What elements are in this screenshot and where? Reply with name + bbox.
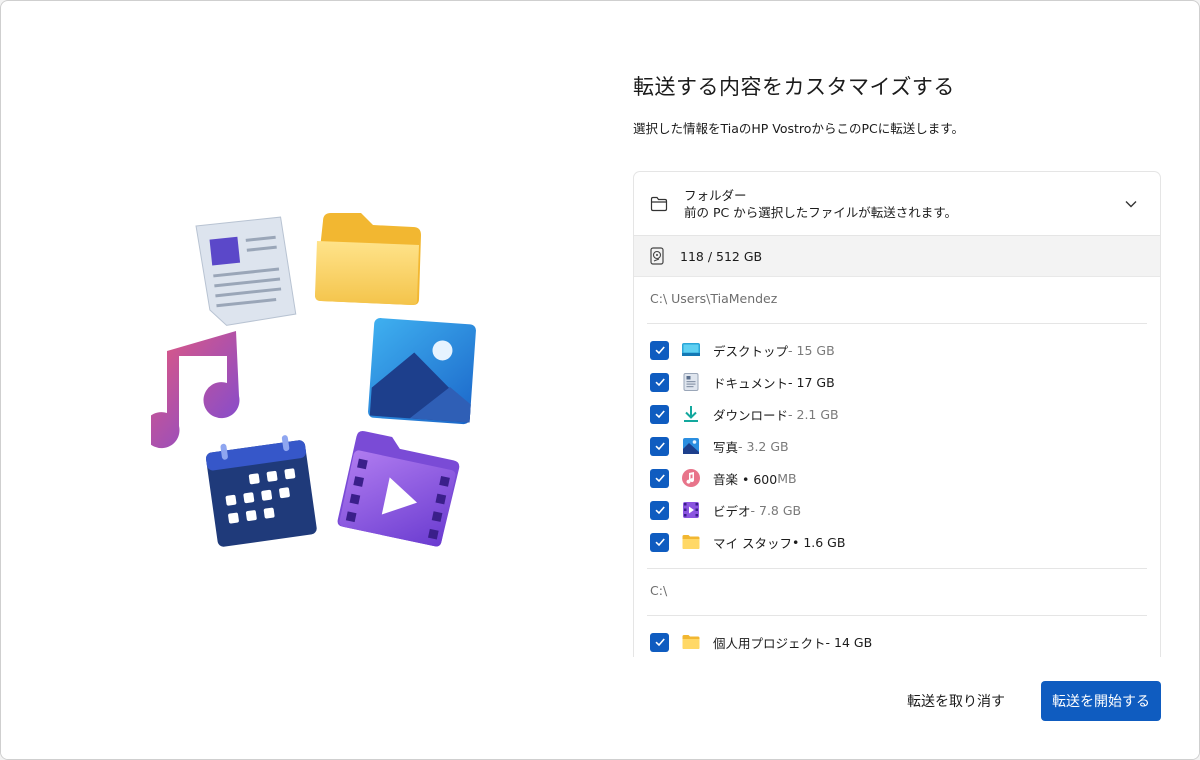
storage-usage: 118 / 512 GB xyxy=(680,248,763,264)
section-container: C:\ Users\TiaMendez デスクトップ - 15 GB ドキュメント -… xyxy=(634,277,1160,657)
folder-checkbox[interactable] xyxy=(650,500,669,520)
folder-size: MB xyxy=(777,470,797,486)
photo-icon xyxy=(368,318,476,425)
folder-row: 音楽 • 600 MB xyxy=(634,462,1160,494)
folder-expander[interactable]: フォルダー 前の PC から選択したファイルが転送されます。 xyxy=(634,172,1160,236)
folder-size: - 17 GB xyxy=(788,374,835,390)
start-transfer-button[interactable]: 転送を開始する xyxy=(1041,681,1161,721)
hero-illustration xyxy=(151,213,476,547)
folder-panel: フォルダー 前の PC から選択したファイルが転送されます。 118 / 512… xyxy=(633,171,1161,657)
folder-size: • 1.6 GB xyxy=(791,534,846,550)
folder-checkbox[interactable] xyxy=(650,372,669,392)
documents-icon xyxy=(681,372,701,392)
folder-name: 写真 xyxy=(713,439,739,455)
folder-row: ダウンロード - 2.1 GB xyxy=(634,398,1160,430)
music-icon xyxy=(681,468,701,488)
folder-row: 写真 - 3.2 GB xyxy=(634,430,1160,462)
folder-row: ドキュメント - 17 GB xyxy=(634,366,1160,398)
folder-checkbox[interactable] xyxy=(650,532,669,552)
folder-list: 個人用プロジェクト - 14 GB xyxy=(634,616,1160,657)
chevron-down-icon[interactable] xyxy=(1124,197,1138,211)
folder-size: - 14 GB xyxy=(825,634,873,650)
calendar-icon xyxy=(206,435,317,547)
folder-row: デスクトップ - 15 GB xyxy=(634,334,1160,366)
section-path: C:\ Users\TiaMendez xyxy=(650,291,778,306)
folder-name: 個人用プロジェクト xyxy=(713,635,826,651)
folder-name: 音楽 • 600 xyxy=(713,471,778,487)
folder-name: デスクトップ xyxy=(713,343,789,359)
page-title: 転送する内容をカスタマイズする xyxy=(633,75,955,99)
folder-size: - 15 GB xyxy=(788,342,835,358)
folder-checkbox[interactable] xyxy=(650,436,669,456)
page-subtitle: 選択した情報をTiaのHP VostroからこのPCに転送します。 xyxy=(633,121,964,136)
cancel-transfer-button[interactable]: 転送を取り消す xyxy=(891,681,1021,721)
folder-description: 前の PC から選択したファイルが転送されます。 xyxy=(684,204,957,220)
folder-name: ダウンロード xyxy=(713,407,789,423)
folder-size: - 3.2 GB xyxy=(738,438,789,454)
folder-size: - 2.1 GB xyxy=(788,406,839,422)
folder-name: ドキュメント xyxy=(713,375,789,391)
folder-checkbox[interactable] xyxy=(650,632,669,652)
storage-info: 118 / 512 GB xyxy=(634,236,1160,277)
folder-name: ビデオ xyxy=(713,503,751,519)
folder-outline-icon xyxy=(650,196,668,211)
section-path: C:\ xyxy=(650,583,668,598)
folder-checkbox[interactable] xyxy=(650,404,669,424)
folder-name: マイ スタッフ xyxy=(713,535,792,551)
hard-drive-icon xyxy=(650,247,664,265)
video-icon xyxy=(681,500,701,520)
video-folder-icon xyxy=(337,430,460,547)
folder-icon xyxy=(681,632,701,652)
folder-list: デスクトップ - 15 GB ドキュメント - 17 GB ダウンロード - 2.1 … xyxy=(634,324,1160,558)
header-area: 転送する内容をカスタマイズする 選択した情報をTiaのHP Vostroからこの… xyxy=(633,71,1161,137)
folder-checkbox[interactable] xyxy=(650,468,669,488)
folder-icon xyxy=(315,213,421,305)
folder-row: ビデオ - 7.8 GB xyxy=(634,494,1160,526)
download-icon xyxy=(681,404,701,424)
desktop-icon xyxy=(681,340,701,360)
folder-row: 個人用プロジェクト - 14 GB xyxy=(634,626,1160,657)
folder-icon xyxy=(681,532,701,552)
folder-label: フォルダー xyxy=(684,187,747,203)
folder-row: マイ スタッフ • 1.6 GB xyxy=(634,526,1160,558)
pictures-icon xyxy=(681,436,701,456)
transfer-window: 転送する内容をカスタマイズする 選択した情報をTiaのHP Vostroからこの… xyxy=(0,0,1200,760)
document-icon xyxy=(195,216,297,326)
music-icon xyxy=(151,331,240,449)
folder-checkbox[interactable] xyxy=(650,340,669,360)
folder-size: - 7.8 GB xyxy=(750,502,802,518)
